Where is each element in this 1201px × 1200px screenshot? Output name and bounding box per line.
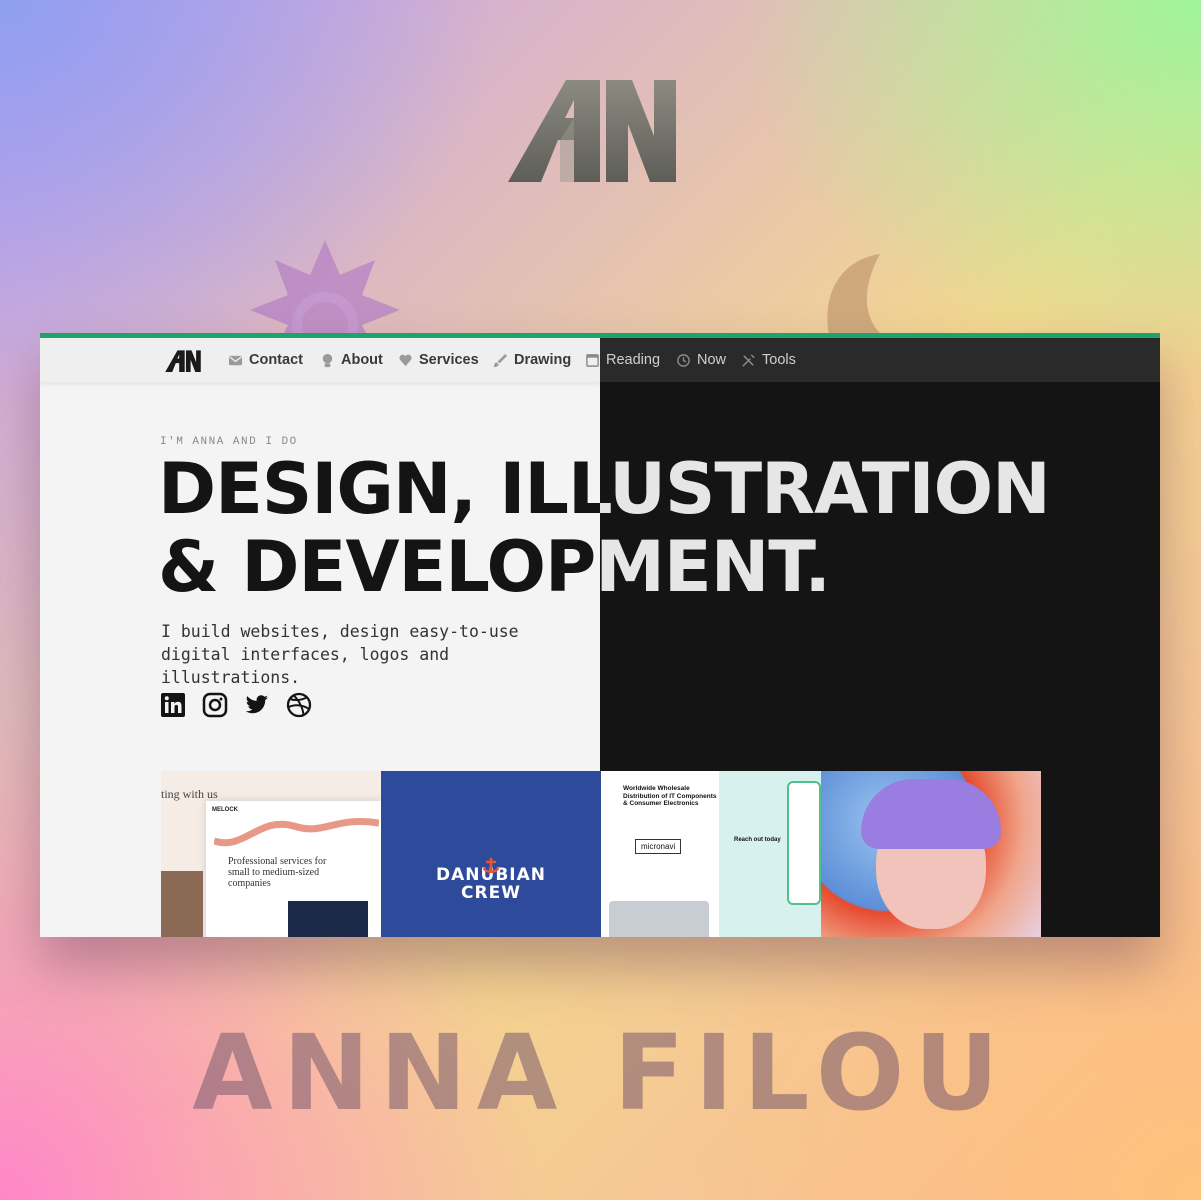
- hero-intro: I build websites, design easy-to-use dig…: [161, 620, 581, 689]
- tile3-cta: Reach out today: [734, 837, 781, 843]
- footer-brand-name: ANNA FILOU: [192, 1012, 1009, 1134]
- hero-headline-dark: DESIGN, ILLUSTRATION & DEVELOPMENT.: [600, 450, 1058, 606]
- tile3-phone-mockup: [787, 781, 821, 905]
- hero-intro-line1: I build websites, design easy-to-use: [161, 622, 519, 641]
- portfolio-tile-illustration[interactable]: [821, 771, 1041, 937]
- tile1-fragment: ting with us: [161, 787, 218, 801]
- tile1-side-photo: [161, 871, 203, 937]
- tile1-photo: [288, 901, 368, 937]
- nav-about[interactable]: About: [320, 350, 383, 370]
- tile3-phone-photo: [609, 901, 709, 937]
- person-icon: [322, 353, 333, 367]
- brush-icon: [493, 353, 508, 367]
- mail-icon: [228, 355, 243, 365]
- nav-logo[interactable]: [162, 350, 204, 372]
- moon-icon: [827, 254, 890, 340]
- dribbble-icon[interactable]: [286, 692, 312, 718]
- hero-headline-dark-line1: DESIGN, ILLUSTRATION: [600, 448, 1051, 530]
- nav-contact[interactable]: Contact: [228, 350, 303, 370]
- book-icon: [586, 353, 599, 367]
- twitter-icon[interactable]: [244, 692, 270, 718]
- an-monogram-logo: [508, 80, 676, 182]
- instagram-icon[interactable]: [202, 692, 228, 718]
- tile3-brand: micronavi: [635, 839, 682, 854]
- anchor-icon: [482, 858, 500, 873]
- nav-services[interactable]: Services: [398, 350, 479, 370]
- social-links: [160, 692, 312, 718]
- portfolio-tile-micronavi[interactable]: Worldwide Wholesale Distribution of IT C…: [601, 771, 821, 937]
- tile1-card: MELOCK Professional services for small t…: [206, 801, 381, 937]
- portfolio-tile-melock[interactable]: ting with us MELOCK Professional service…: [161, 771, 381, 937]
- linkedin-icon[interactable]: [160, 692, 186, 718]
- hero-eyebrow: I'M ANNA AND I DO: [160, 436, 298, 448]
- tile1-wave-graphic: [214, 818, 379, 847]
- hero-intro-line2: digital interfaces, logos and illustrati…: [161, 645, 450, 687]
- tile1-headline: Professional services for small to mediu…: [228, 856, 327, 889]
- heart-hands-icon: [399, 354, 412, 366]
- portfolio-tile-danubian[interactable]: DANUBIAN CREW: [381, 771, 601, 937]
- tile4-hair: [861, 779, 1001, 849]
- portfolio-gallery: ting with us MELOCK Professional service…: [161, 771, 1041, 937]
- tile3-headline: Worldwide Wholesale Distribution of IT C…: [623, 785, 717, 807]
- tile2-line2: CREW: [461, 883, 521, 903]
- nav-drawing[interactable]: Drawing: [493, 350, 571, 370]
- hero-headline-dark-line2: & DEVELOPMENT.: [600, 526, 831, 608]
- website-screenshot-window: Contact About Services Drawing Reading N…: [40, 333, 1160, 937]
